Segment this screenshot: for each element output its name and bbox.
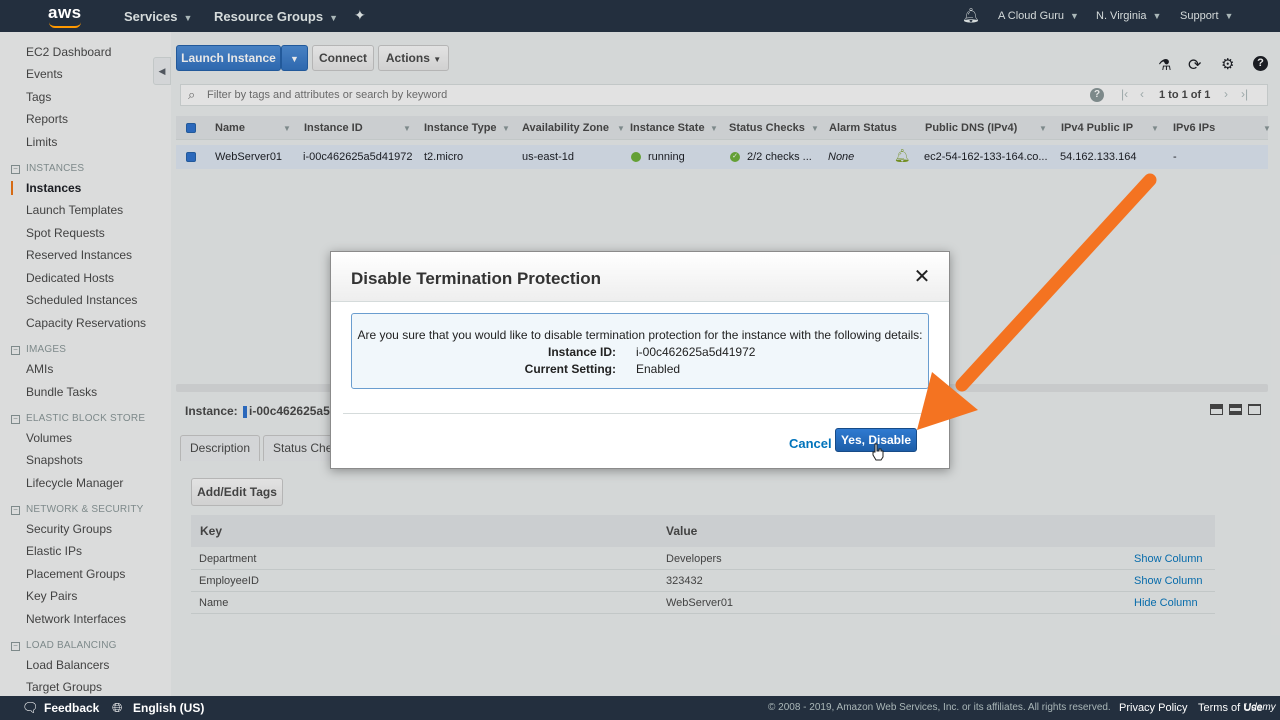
chevron-down-icon: ▼ bbox=[1070, 11, 1079, 21]
confirmation-message: Are you sure that you would like to disa… bbox=[357, 328, 923, 342]
chevron-down-icon: ▼ bbox=[329, 13, 339, 23]
dialog-header: Disable Termination Protection ✕ bbox=[331, 252, 949, 302]
aws-logo[interactable]: aws bbox=[48, 3, 82, 29]
top-nav: aws Services ▼ Resource Groups ▼ ✦ 🔔︎ A Cl… bbox=[0, 0, 1280, 32]
privacy-policy-link[interactable]: Privacy Policy bbox=[1119, 702, 1187, 714]
chevron-down-icon: ▼ bbox=[1224, 11, 1234, 21]
services-menu[interactable]: Services ▼ bbox=[124, 9, 192, 24]
resource-groups-label: Resource Groups bbox=[214, 9, 324, 24]
pin-icon[interactable]: ✦ bbox=[354, 7, 366, 24]
close-icon[interactable]: ✕ bbox=[911, 266, 933, 288]
instance-id-value: i-00c462625a5d41972 bbox=[636, 345, 756, 359]
feedback-icon: 🗨︎ bbox=[22, 700, 39, 715]
account-label: A Cloud Guru bbox=[998, 10, 1065, 22]
bell-icon[interactable]: 🔔︎ bbox=[962, 7, 980, 24]
feedback-link[interactable]: Feedback bbox=[44, 701, 99, 715]
services-label: Services bbox=[124, 9, 178, 24]
resource-groups-menu[interactable]: Resource Groups ▼ bbox=[214, 9, 338, 24]
chevron-down-icon: ▼ bbox=[183, 13, 193, 23]
footer: 🗨︎ Feedback 🌐︎ English (US) © 2008 - 201… bbox=[0, 696, 1280, 720]
chevron-down-icon: ▼ bbox=[1152, 11, 1162, 21]
current-setting-label: Current Setting: bbox=[524, 362, 616, 376]
aws-smile-icon bbox=[49, 22, 81, 28]
support-label: Support bbox=[1180, 10, 1219, 22]
dialog-title: Disable Termination Protection bbox=[351, 269, 602, 288]
current-setting-value: Enabled bbox=[636, 362, 681, 376]
language-selector[interactable]: English (US) bbox=[133, 701, 204, 715]
globe-icon: 🌐︎ bbox=[112, 700, 123, 715]
instance-id-label: Instance ID: bbox=[547, 345, 616, 359]
copyright-text: © 2008 - 2019, Amazon Web Services, Inc.… bbox=[768, 702, 1111, 713]
region-label: N. Virginia bbox=[1096, 10, 1147, 22]
support-menu[interactable]: Support ▼ bbox=[1180, 10, 1233, 22]
udemy-watermark: Udemy bbox=[1244, 702, 1276, 713]
info-box: Are you sure that you would like to disa… bbox=[351, 313, 929, 389]
account-menu[interactable]: A Cloud Guru ▼ bbox=[998, 10, 1079, 22]
aws-logo-text: aws bbox=[48, 3, 82, 22]
divider bbox=[343, 413, 937, 414]
region-menu[interactable]: N. Virginia ▼ bbox=[1096, 10, 1161, 22]
hand-cursor-icon bbox=[872, 443, 884, 461]
disable-termination-protection-dialog: Disable Termination Protection ✕ Are you… bbox=[330, 251, 950, 469]
cancel-button[interactable]: Cancel bbox=[789, 436, 832, 451]
